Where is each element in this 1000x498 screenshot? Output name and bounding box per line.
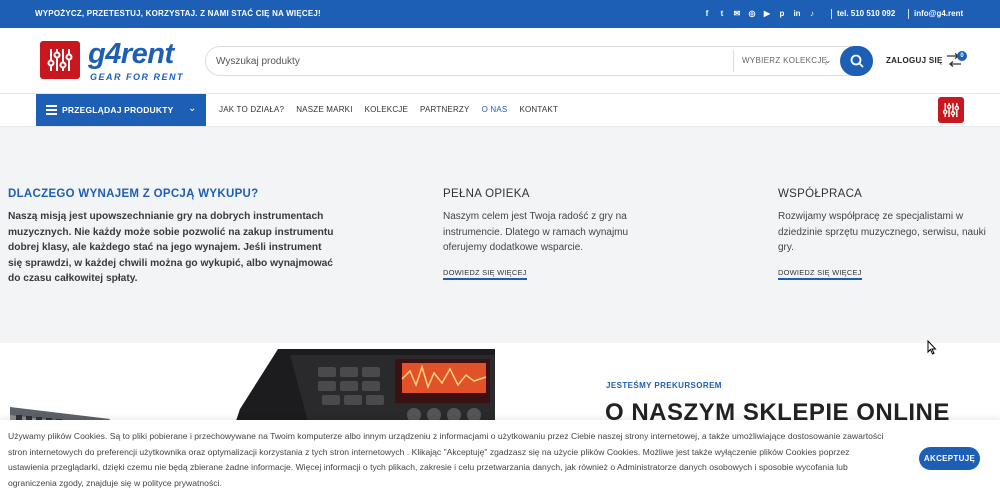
logo-icon[interactable] (938, 97, 964, 123)
divider (733, 50, 734, 72)
logo-icon[interactable] (40, 41, 80, 79)
linkedin-icon[interactable]: in (792, 8, 802, 18)
social-links: f t ✉ ◎ ▶ p in ♪ (702, 8, 817, 18)
youtube-icon[interactable]: ▶ (762, 8, 772, 18)
search-button[interactable] (840, 46, 873, 76)
chevron-down-icon: ⌄ (824, 55, 832, 65)
nav-link[interactable]: JAK TO DZIAŁA? (219, 105, 284, 114)
nav-link[interactable]: PARTNERZY (420, 105, 470, 114)
search-bar: WYBIERZ KOLEKCJĘ ⌄ (205, 46, 873, 76)
feature-body: Rozwijamy współpracę ze specjalistami w … (778, 211, 986, 253)
nav-link[interactable]: KOLEKCJE (365, 105, 408, 114)
divider (908, 9, 909, 19)
cookie-text: Używamy plików Cookies. Są to pliki pobi… (8, 431, 884, 488)
nav-link[interactable]: NASZE MARKI (296, 105, 352, 114)
logo-tagline: GEAR FOR RENT (90, 72, 185, 82)
twitter-icon[interactable]: t (717, 8, 727, 18)
main-nav: PRZEGLĄDAJ PRODUKTY ⌄ JAK TO DZIAŁA? NASZ… (0, 94, 1000, 127)
cookie-banner: Używamy plików Cookies. Są to pliki pobi… (0, 420, 1000, 498)
chevron-down-icon: ⌄ (188, 103, 197, 114)
collection-select[interactable]: WYBIERZ KOLEKCJĘ (742, 56, 827, 65)
feature-title: DLACZEGO WYNAJEM Z OPCJĄ WYKUPU? (8, 188, 259, 200)
phone-link[interactable]: tel. 510 510 092 (837, 9, 895, 18)
nav-link[interactable]: O NAS (482, 105, 508, 114)
nav-links: JAK TO DZIAŁA? NASZE MARKI KOLEKCJE PARTNER… (219, 105, 558, 114)
features-section: DLACZEGO WYNAJEM Z OPCJĄ WYKUPU? Naszą m… (0, 128, 1000, 343)
top-bar: WYPOŻYCZ, PRZETESTUJ, KORZYSTAJ. Z NAMI … (0, 0, 1000, 28)
promo-text: WYPOŻYCZ, PRZETESTUJ, KORZYSTAJ. Z NAMI … (35, 9, 321, 18)
search-input[interactable] (216, 47, 716, 75)
learn-more-link[interactable]: DOWIEDZ SIĘ WIĘCEJ (778, 268, 862, 280)
search-icon (850, 54, 864, 68)
pinterest-icon[interactable]: p (777, 8, 787, 18)
email-icon[interactable]: ✉ (732, 8, 742, 18)
learn-more-link[interactable]: DOWIEDZ SIĘ WIĘCEJ (443, 268, 527, 280)
section-kicker: JESTEŚMY PREKURSOREM (606, 381, 722, 390)
site-header: g4rent GEAR FOR RENT WYBIERZ KOLEKCJĘ ⌄ … (0, 28, 1000, 94)
feature-body: Naszą misją jest upowszechnianie gry na … (8, 211, 334, 284)
accept-cookies-button[interactable]: AKCEPTUJĘ (919, 447, 980, 470)
feature-title: PEŁNA OPIEKA (443, 188, 530, 200)
feature-body: Naszym celem jest Twoja radość z gry na … (443, 211, 629, 253)
tiktok-icon[interactable]: ♪ (807, 8, 817, 18)
browse-products-button[interactable]: PRZEGLĄDAJ PRODUKTY ⌄ (36, 94, 206, 126)
mouse-cursor-icon (927, 340, 937, 355)
menu-icon (46, 105, 57, 115)
logo-wordmark[interactable]: g4rent (88, 38, 174, 71)
login-link[interactable]: ZALOGUJ SIĘ (886, 56, 943, 65)
instagram-icon[interactable]: ◎ (747, 8, 757, 18)
browse-products-label: PRZEGLĄDAJ PRODUKTY (62, 105, 174, 115)
feature-title: WSPÓŁPRACA (778, 188, 863, 200)
compare-count-badge: 0 (957, 51, 967, 61)
facebook-icon[interactable]: f (702, 8, 712, 18)
nav-link[interactable]: KONTAKT (519, 105, 558, 114)
divider (831, 9, 832, 19)
email-link[interactable]: info@g4.rent (914, 9, 963, 18)
